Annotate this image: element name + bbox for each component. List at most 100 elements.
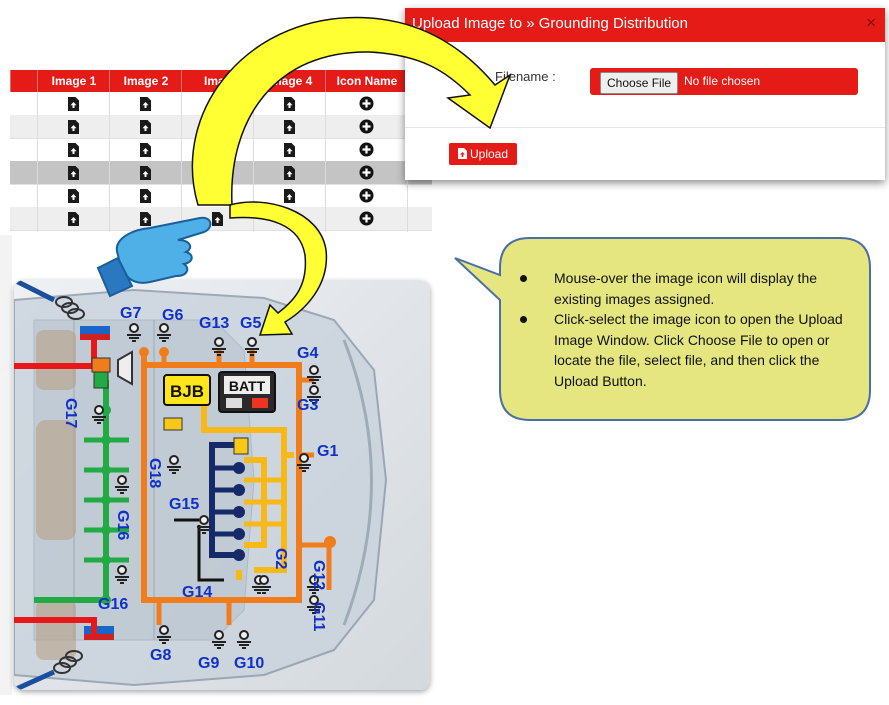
file-upload-icon[interactable] — [211, 211, 223, 226]
g4-label: G4 — [297, 345, 318, 362]
image-cell — [37, 92, 109, 115]
file-upload-icon[interactable] — [67, 211, 79, 226]
file-upload-icon[interactable] — [283, 188, 295, 203]
file-upload-icon[interactable] — [283, 211, 295, 226]
add-icon-cell — [325, 138, 407, 161]
choose-file-button[interactable]: Choose File — [600, 72, 679, 94]
g11-label: G11 — [310, 602, 327, 631]
file-upload-icon — [457, 148, 467, 159]
image-cell — [253, 138, 325, 161]
image-cell — [253, 161, 325, 184]
callout-bullet: Mouse-over the image icon will display t… — [520, 268, 855, 309]
image-cell — [253, 207, 325, 230]
image-table: Image 1 Image 2 Imag Image 4 Icon Name — [10, 70, 432, 235]
header-image-4[interactable]: Image 4 — [253, 70, 326, 92]
file-upload-icon[interactable] — [283, 96, 295, 111]
image-cell — [37, 207, 109, 230]
file-upload-icon[interactable] — [139, 188, 151, 203]
plus-circle-icon[interactable] — [359, 211, 374, 226]
modal-title: Upload Image to » Grounding Distribution — [412, 15, 688, 32]
plus-circle-icon[interactable] — [359, 165, 374, 180]
image-cell — [37, 138, 109, 161]
image-cell — [253, 92, 325, 115]
image-cell — [181, 92, 253, 115]
image-cell — [37, 115, 109, 138]
file-upload-icon[interactable] — [67, 165, 79, 180]
image-cell — [109, 184, 181, 207]
file-upload-icon[interactable] — [67, 142, 79, 157]
upload-image-modal: Upload Image to » Grounding Distribution… — [405, 8, 885, 180]
file-upload-icon[interactable] — [211, 142, 223, 157]
image-cell — [181, 184, 253, 207]
g2-label: G2 — [272, 548, 289, 569]
upload-button-label: Upload — [469, 147, 509, 161]
g12-label: G12 — [310, 560, 327, 590]
file-upload-icon[interactable] — [67, 119, 79, 134]
file-upload-icon[interactable] — [67, 96, 79, 111]
add-icon-cell — [325, 184, 407, 207]
table-row — [10, 207, 432, 231]
grounding-diagram: BJB BATT G7 G6 G13 G5 G4 G3 G1 G15 G14 G… — [14, 280, 430, 690]
file-upload-icon[interactable] — [139, 142, 151, 157]
g16a-label: G16 — [114, 510, 131, 540]
header-image-2[interactable]: Image 2 — [109, 70, 182, 92]
image-cell — [37, 184, 109, 207]
header-spacer — [10, 70, 38, 92]
image-cell — [181, 138, 253, 161]
plus-circle-icon[interactable] — [359, 96, 374, 111]
plus-circle-icon[interactable] — [359, 142, 374, 157]
g6-label: G6 — [162, 307, 183, 324]
image-cell — [109, 161, 181, 184]
upload-button[interactable]: Upload — [449, 143, 517, 165]
file-upload-icon[interactable] — [139, 119, 151, 134]
file-upload-icon[interactable] — [139, 165, 151, 180]
g1-label: G1 — [317, 443, 338, 460]
file-upload-icon[interactable] — [67, 188, 79, 203]
g13-label: G13 — [199, 315, 229, 332]
filename-label: Filename : — [495, 69, 556, 84]
image-cell — [109, 92, 181, 115]
add-icon-cell — [325, 92, 407, 115]
g18-label: G18 — [146, 458, 163, 488]
header-image-1[interactable]: Image 1 — [37, 70, 110, 92]
g14-label: G14 — [182, 584, 212, 601]
file-upload-icon[interactable] — [211, 119, 223, 134]
add-icon-cell — [325, 115, 407, 138]
plus-circle-icon[interactable] — [359, 188, 374, 203]
file-upload-icon[interactable] — [139, 96, 151, 111]
add-icon-cell — [325, 207, 407, 230]
file-upload-icon[interactable] — [283, 119, 295, 134]
g7-label: G7 — [120, 305, 141, 322]
file-upload-icon[interactable] — [283, 165, 295, 180]
image-cell — [109, 207, 181, 230]
image-cell — [109, 115, 181, 138]
g8-label: G8 — [150, 647, 171, 664]
callout-bullet-text: Mouse-over the image icon will display t… — [554, 270, 818, 307]
image-cell — [253, 184, 325, 207]
close-icon[interactable]: × — [866, 13, 876, 33]
callout-bullet: Click-select the image icon to open the … — [520, 309, 855, 391]
file-upload-icon[interactable] — [283, 142, 295, 157]
table-row — [10, 161, 432, 185]
callout-text: Mouse-over the image icon will display t… — [520, 268, 855, 391]
table-row — [10, 92, 432, 116]
g9-label: G9 — [198, 655, 219, 672]
file-upload-icon[interactable] — [211, 165, 223, 180]
table-row — [10, 184, 432, 208]
plus-circle-icon[interactable] — [359, 119, 374, 134]
file-upload-icon[interactable] — [139, 211, 151, 226]
image-cell — [181, 115, 253, 138]
image-cell — [37, 161, 109, 184]
file-upload-icon[interactable] — [211, 96, 223, 111]
callout-bullet-text: Click-select the image icon to open the … — [554, 311, 843, 389]
header-icon-name[interactable]: Icon Name — [325, 70, 408, 92]
header-image-3[interactable]: Imag — [181, 70, 254, 92]
file-upload-icon[interactable] — [211, 188, 223, 203]
image-cell — [181, 161, 253, 184]
add-icon-cell — [325, 161, 407, 184]
g3-label: G3 — [297, 397, 318, 414]
g15-label: G15 — [169, 496, 199, 513]
image-cell — [109, 138, 181, 161]
table-row — [10, 138, 432, 162]
g10-label: G10 — [234, 655, 264, 672]
